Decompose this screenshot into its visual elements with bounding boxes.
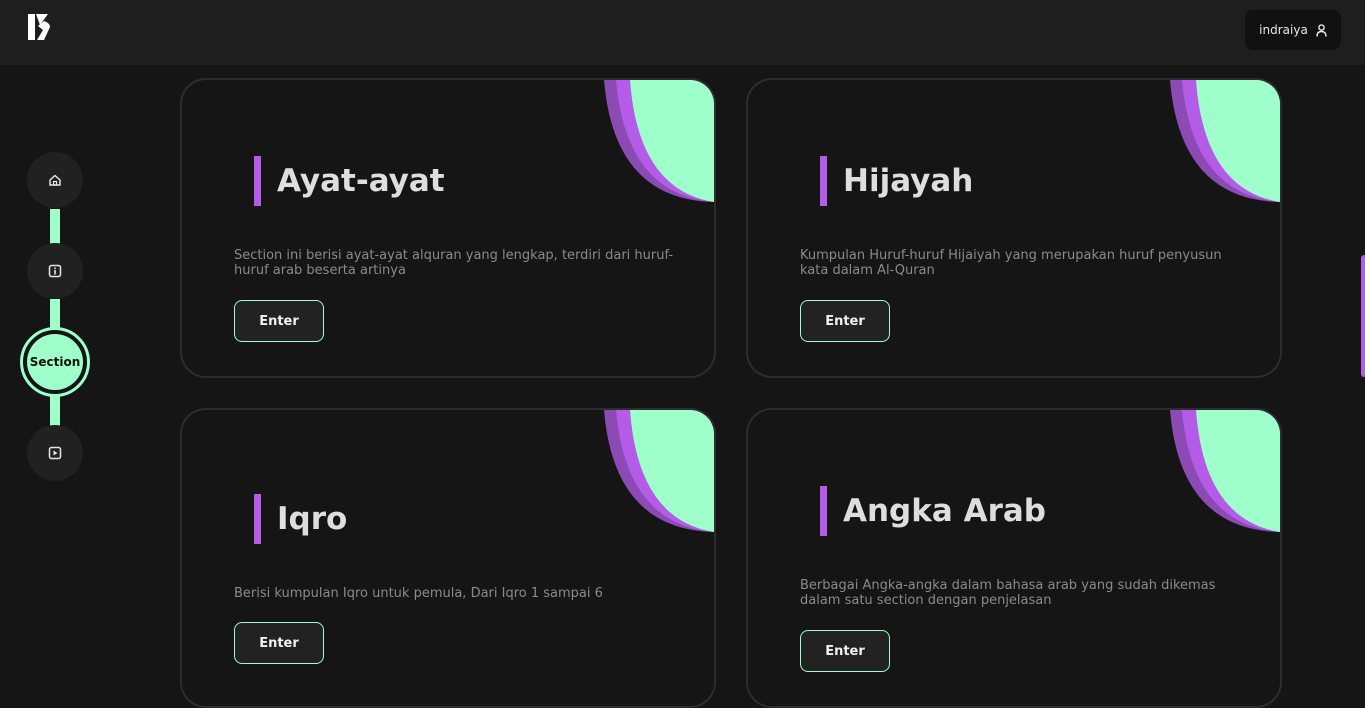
card-description: Berbagai Angka-angka dalam bahasa arab y… [800, 578, 1216, 608]
nav-video-button[interactable] [27, 425, 83, 481]
section-card-hijayah: Hijayah Kumpulan Huruf-huruf Hijaiyah ya… [746, 78, 1282, 378]
card-title: Ayat-ayat [254, 156, 445, 206]
enter-button[interactable]: Enter [800, 300, 890, 342]
user-icon [1316, 23, 1327, 37]
home-icon [49, 174, 61, 186]
user-menu-button[interactable]: indraiya [1245, 10, 1341, 50]
side-navigation: Section [0, 65, 110, 641]
corner-decoration [604, 410, 714, 532]
card-title: Iqro [254, 494, 347, 544]
info-icon [48, 264, 62, 278]
section-card-iqro: Iqro Berisi kumpulan Iqro untuk pemula, … [180, 408, 716, 708]
enter-button[interactable]: Enter [234, 622, 324, 664]
corner-decoration [604, 80, 714, 202]
card-title: Angka Arab [820, 486, 1046, 536]
k-logo-icon[interactable] [28, 14, 52, 40]
nav-section-button[interactable]: Section [20, 327, 90, 397]
corner-decoration [1170, 80, 1280, 202]
card-title: Hijayah [820, 156, 973, 206]
nav-info-button[interactable] [27, 243, 83, 299]
section-card-angka-arab: Angka Arab Berbagai Angka-angka dalam ba… [746, 408, 1282, 708]
top-bar: indraiya [0, 0, 1365, 65]
enter-button[interactable]: Enter [800, 630, 890, 672]
username-label: indraiya [1259, 23, 1308, 37]
card-description: Kumpulan Huruf-huruf Hijaiyah yang merup… [800, 248, 1222, 278]
nav-section-label: Section [27, 334, 83, 390]
enter-button[interactable]: Enter [234, 300, 324, 342]
nav-connector [50, 209, 60, 245]
card-description: Berisi kumpulan Iqro untuk pemula, Dari … [234, 586, 603, 601]
corner-decoration [1170, 410, 1280, 532]
play-icon [48, 446, 62, 460]
nav-home-button[interactable] [27, 152, 83, 208]
card-description: Section ini berisi ayat-ayat alquran yan… [234, 248, 674, 278]
section-card-ayat: Ayat-ayat Section ini berisi ayat-ayat a… [180, 78, 716, 378]
nav-connector [50, 393, 60, 426]
scrollbar-thumb[interactable] [1361, 255, 1365, 377]
